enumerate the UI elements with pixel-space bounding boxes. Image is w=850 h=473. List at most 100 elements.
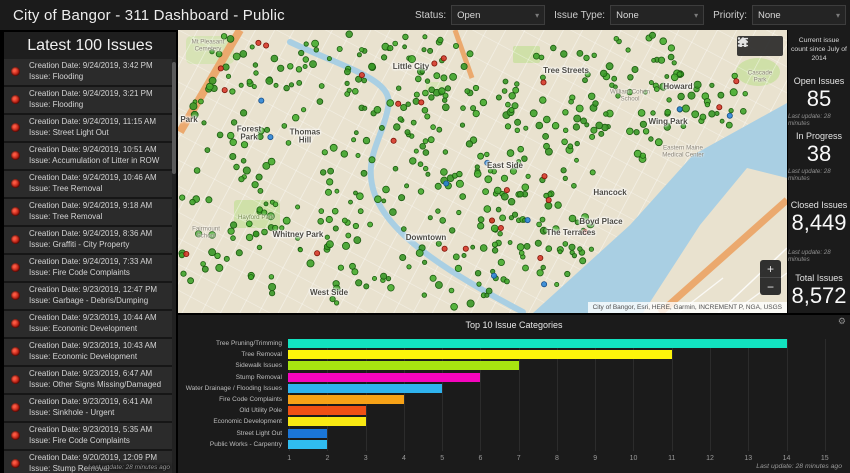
tree-issue-marker[interactable] (187, 277, 195, 285)
tree-issue-marker[interactable] (352, 87, 359, 95)
issue-marker-blue[interactable] (258, 97, 265, 104)
tree-issue-marker[interactable] (479, 244, 488, 252)
tree-issue-marker[interactable] (382, 185, 390, 194)
tree-issue-marker[interactable] (340, 150, 348, 158)
tree-issue-marker[interactable] (484, 175, 493, 184)
issue-marker-blue[interactable] (541, 281, 548, 288)
tree-issue-marker[interactable] (677, 92, 685, 101)
tree-issue-marker[interactable] (209, 49, 215, 55)
tree-issue-marker[interactable] (567, 143, 574, 150)
list-item[interactable]: Creation Date: 9/24/2019, 3:42 PM Issue:… (4, 59, 172, 87)
tree-issue-marker[interactable] (470, 105, 477, 112)
chart-bar[interactable] (288, 406, 366, 416)
tree-issue-marker[interactable] (539, 216, 546, 223)
tree-issue-marker[interactable] (473, 170, 482, 178)
tree-issue-marker[interactable] (404, 129, 411, 136)
tree-issue-marker[interactable] (586, 220, 595, 229)
tree-issue-marker[interactable] (497, 230, 503, 237)
tree-issue-marker[interactable] (461, 252, 467, 258)
issue-marker-red[interactable] (503, 187, 510, 194)
tree-issue-marker[interactable] (502, 78, 509, 85)
tree-issue-marker[interactable] (729, 88, 738, 97)
tree-issue-marker[interactable] (517, 190, 524, 198)
tree-issue-marker[interactable] (343, 68, 351, 76)
tree-issue-marker[interactable] (589, 133, 596, 140)
tree-issue-marker[interactable] (500, 192, 509, 201)
tree-issue-marker[interactable] (201, 120, 207, 126)
tree-issue-marker[interactable] (691, 110, 700, 119)
tree-issue-marker[interactable] (474, 269, 482, 277)
issue-marker-blue[interactable] (490, 272, 497, 279)
issue-marker-red[interactable] (441, 245, 448, 252)
tree-issue-marker[interactable] (466, 50, 474, 58)
tree-issue-marker[interactable] (401, 226, 407, 232)
tree-issue-marker[interactable] (356, 192, 364, 201)
tree-issue-marker[interactable] (495, 206, 502, 213)
tree-issue-marker[interactable] (479, 98, 488, 107)
tree-issue-marker[interactable] (509, 167, 517, 175)
tree-issue-marker[interactable] (406, 264, 412, 270)
tree-issue-marker[interactable] (572, 123, 580, 131)
tree-issue-marker[interactable] (552, 225, 560, 233)
tree-issue-marker[interactable] (562, 175, 568, 181)
tree-issue-marker[interactable] (245, 233, 254, 242)
tree-issue-marker[interactable] (208, 231, 217, 239)
tree-issue-marker[interactable] (378, 125, 385, 131)
tree-issue-marker[interactable] (316, 98, 324, 105)
tree-issue-marker[interactable] (353, 236, 362, 245)
tree-issue-marker[interactable] (680, 123, 687, 129)
tree-issue-marker[interactable] (667, 44, 675, 52)
list-item[interactable]: Creation Date: 9/24/2019, 10:46 AM Issue… (4, 171, 172, 199)
tree-issue-marker[interactable] (456, 170, 463, 178)
zoom-out-button[interactable]: − (760, 277, 781, 295)
tree-issue-marker[interactable] (725, 121, 733, 129)
tree-issue-marker[interactable] (303, 41, 309, 47)
tree-issue-marker[interactable] (507, 240, 513, 245)
tree-issue-marker[interactable] (476, 281, 482, 287)
tree-issue-marker[interactable] (208, 76, 217, 85)
tree-issue-marker[interactable] (302, 56, 309, 63)
tree-issue-marker[interactable] (514, 118, 522, 126)
tree-issue-marker[interactable] (659, 37, 668, 45)
list-item[interactable]: Creation Date: 9/24/2019, 8:36 AM Issue:… (4, 227, 172, 255)
tree-issue-marker[interactable] (739, 108, 747, 115)
tree-issue-marker[interactable] (464, 88, 471, 94)
issue-marker-red[interactable] (255, 39, 262, 46)
tree-issue-marker[interactable] (495, 94, 502, 101)
tree-issue-marker[interactable] (579, 257, 587, 265)
tree-issue-marker[interactable] (653, 86, 660, 92)
tree-issue-marker[interactable] (534, 239, 542, 247)
tree-issue-marker[interactable] (518, 250, 525, 256)
list-item[interactable]: Creation Date: 9/23/2019, 10:44 AM Issue… (4, 311, 172, 339)
tree-issue-marker[interactable] (493, 186, 502, 195)
tree-issue-marker[interactable] (484, 292, 490, 298)
tree-issue-marker[interactable] (508, 215, 514, 221)
issue-marker-blue[interactable] (726, 112, 733, 119)
tree-issue-marker[interactable] (719, 118, 725, 124)
tree-issue-marker[interactable] (240, 158, 247, 164)
tree-issue-marker[interactable] (465, 140, 473, 148)
tree-issue-marker[interactable] (560, 50, 568, 58)
tree-issue-marker[interactable] (542, 227, 549, 234)
tree-issue-marker[interactable] (345, 232, 352, 239)
tree-issue-marker[interactable] (242, 166, 251, 175)
tree-issue-marker[interactable] (190, 110, 199, 119)
issue-marker-red[interactable] (358, 72, 365, 79)
tree-issue-marker[interactable] (521, 155, 528, 162)
tree-issue-marker[interactable] (438, 87, 446, 95)
tree-issue-marker[interactable] (201, 265, 209, 273)
tree-issue-marker[interactable] (436, 126, 443, 133)
tree-issue-marker[interactable] (422, 149, 430, 156)
issue-marker-red[interactable] (545, 197, 552, 204)
tree-issue-marker[interactable] (454, 264, 462, 272)
tree-issue-marker[interactable] (654, 138, 663, 147)
tree-issue-marker[interactable] (273, 82, 279, 88)
tree-issue-marker[interactable] (441, 103, 450, 112)
tree-issue-marker[interactable] (329, 295, 336, 303)
tree-issue-marker[interactable] (355, 279, 363, 287)
tree-issue-marker[interactable] (301, 107, 307, 113)
tree-issue-marker[interactable] (491, 241, 498, 248)
tree-issue-marker[interactable] (189, 198, 196, 206)
tree-issue-marker[interactable] (233, 163, 240, 171)
tree-issue-marker[interactable] (296, 80, 303, 86)
